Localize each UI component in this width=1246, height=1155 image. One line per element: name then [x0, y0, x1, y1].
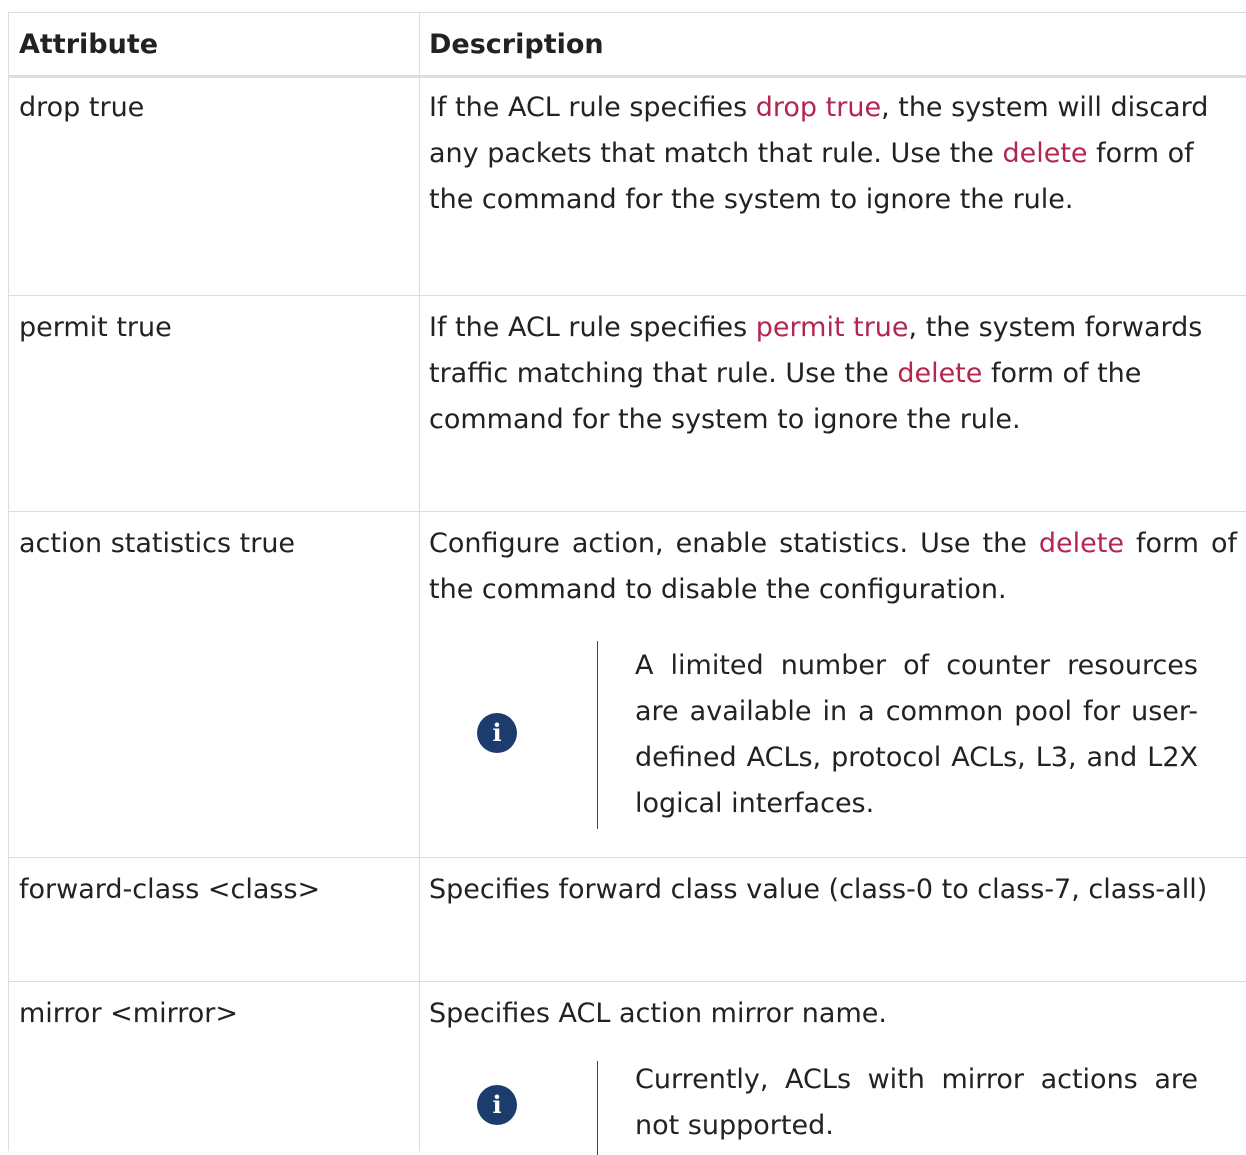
description-cell: If the ACL rule specifies permit true, t… [429, 305, 1237, 443]
attribute-table: Attribute Description drop true If the A… [8, 12, 1246, 1155]
description-cell: Specifies ACL action mirror name. [429, 998, 887, 1029]
table-row: drop true If the ACL rule specifies drop… [9, 75, 1246, 296]
note-divider [597, 641, 598, 829]
description-text: If the ACL rule specifies [429, 312, 756, 343]
code-drop-true: drop true [755, 92, 882, 123]
table-row: action statistics true Configure action,… [9, 511, 1246, 858]
description-text: If the ACL rule specifies [429, 92, 756, 123]
table-header: Attribute Description [9, 13, 1246, 78]
table-row: mirror <mirror> Specifies ACL action mir… [9, 981, 1246, 1155]
code-permit-true: permit true [755, 312, 909, 343]
header-description: Description [429, 29, 604, 60]
attribute-cell: permit true [19, 312, 172, 343]
table-row: permit true If the ACL rule specifies pe… [9, 295, 1246, 512]
note-text: A limited number of counter resources ar… [635, 650, 1198, 819]
code-delete: delete [1002, 138, 1088, 169]
table-row: forward-class <class> Specifies forward … [9, 857, 1246, 982]
attribute-cell: mirror <mirror> [19, 998, 238, 1029]
info-icon: i [477, 1085, 517, 1125]
description-cell: Configure action, enable statistics. Use… [429, 521, 1237, 613]
description-cell: Specifies forward class value (class-0 t… [429, 874, 1208, 905]
note-admonition: i Currently, ACLs with mirror actions ar… [429, 1057, 1237, 1155]
attribute-cell: action statistics true [19, 528, 296, 559]
header-attribute: Attribute [19, 29, 159, 60]
attribute-cell: drop true [19, 92, 145, 123]
code-delete: delete [897, 358, 983, 389]
description-cell: If the ACL rule specifies drop true, the… [429, 85, 1237, 223]
note-admonition: i A limited number of counter resources … [429, 637, 1237, 831]
note-divider [597, 1061, 598, 1155]
info-icon: i [477, 713, 517, 753]
note-text: Currently, ACLs with mirror actions are … [635, 1064, 1198, 1141]
description-text: Configure action, enable statistics. Use… [429, 528, 1039, 559]
attribute-cell: forward-class <class> [19, 874, 321, 905]
code-delete: delete [1038, 528, 1124, 559]
